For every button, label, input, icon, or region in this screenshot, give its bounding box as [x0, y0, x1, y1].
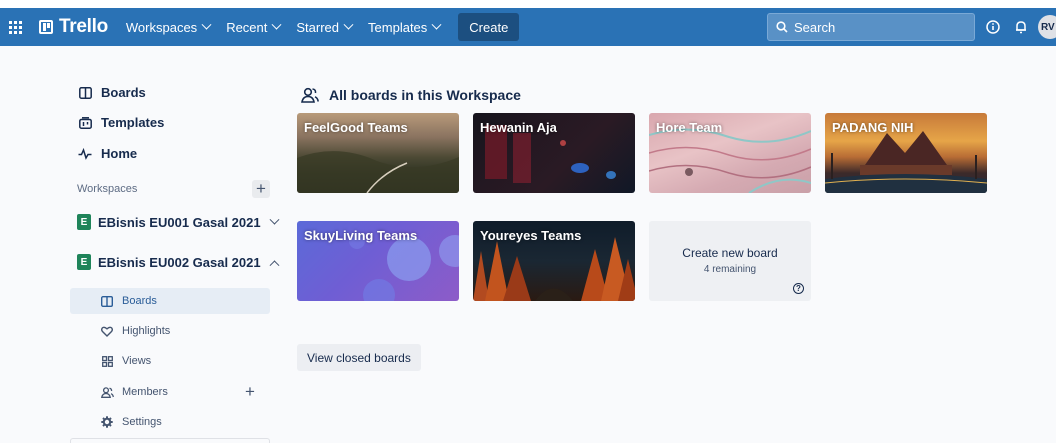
- sidebar-item-home[interactable]: Home: [77, 146, 137, 161]
- board-tile[interactable]: Youreyes Teams: [473, 221, 635, 301]
- add-workspace-button[interactable]: +: [252, 179, 270, 198]
- plus-icon: +: [256, 179, 266, 198]
- board-tile[interactable]: Hore Team: [649, 113, 811, 193]
- board-icon: [77, 86, 93, 99]
- plus-icon: +: [245, 382, 255, 401]
- sidebar-item-templates[interactable]: Templates: [77, 115, 164, 130]
- workspace-name: EBisnis EU002 Gasal 2021: [98, 254, 261, 270]
- chevron-down-icon: [343, 19, 354, 30]
- content-area: Boards Templates Home Workspaces + E EBi…: [0, 46, 1056, 443]
- sidebar-item-label: Home: [101, 146, 138, 161]
- pulse-icon: [77, 147, 93, 160]
- add-member-button[interactable]: +: [241, 382, 259, 401]
- heart-icon: [100, 326, 114, 337]
- grid-icon: [100, 355, 114, 367]
- board-tile[interactable]: PADANG NIH: [825, 113, 987, 193]
- search-icon: [776, 21, 788, 33]
- trello-logo-icon: [39, 20, 53, 34]
- view-closed-boards-button[interactable]: View closed boards: [297, 344, 421, 371]
- workspace-item-settings[interactable]: Settings: [70, 409, 270, 435]
- workspace-item-views[interactable]: Views: [70, 348, 270, 374]
- workspace-item-boards[interactable]: Boards: [70, 288, 270, 314]
- template-icon: [77, 116, 93, 129]
- create-board-label: Create new board: [682, 246, 778, 260]
- board-name: Hore Team: [656, 120, 723, 135]
- workspace-item-label: Settings: [122, 416, 162, 428]
- workspace-item-label: Members: [122, 386, 168, 398]
- top-strip: [0, 0, 1056, 8]
- board-icon: [100, 295, 114, 307]
- bell-icon[interactable]: [1013, 19, 1029, 35]
- help-icon[interactable]: ?: [793, 283, 804, 294]
- search-placeholder: Search: [794, 19, 836, 35]
- boards-remaining-count: 4 remaining: [703, 264, 757, 275]
- search-input[interactable]: Search: [767, 13, 975, 41]
- members-icon: [301, 87, 319, 103]
- create-new-board-tile[interactable]: Create new board 4 remaining ?: [649, 221, 811, 301]
- recent-menu[interactable]: Recent: [218, 8, 288, 46]
- app-switcher-icon[interactable]: [9, 19, 25, 35]
- chevron-down-icon: [431, 19, 442, 30]
- info-icon[interactable]: [985, 19, 1001, 35]
- brand-name: Trello: [59, 16, 108, 37]
- workspace-item-members[interactable]: Members: [70, 379, 270, 405]
- workspace-ebisnis-eu001[interactable]: E EBisnis EU001 Gasal 2021: [77, 214, 280, 230]
- workspace-item-highlights[interactable]: Highlights: [70, 318, 270, 344]
- members-icon: [100, 386, 114, 398]
- workspace-badge: E: [77, 254, 91, 270]
- workspace-badge: E: [77, 214, 91, 230]
- board-tile[interactable]: FeelGood Teams: [297, 113, 459, 193]
- board-name: Youreyes Teams: [480, 228, 582, 243]
- gear-icon: [100, 416, 114, 428]
- trello-logo[interactable]: Trello: [39, 16, 108, 38]
- workspaces-menu-label: Workspaces: [125, 19, 198, 35]
- board-tile[interactable]: Hewanin Aja: [473, 113, 635, 193]
- avatar[interactable]: RV: [1038, 15, 1056, 39]
- page-title: All boards in this Workspace: [301, 87, 521, 103]
- sidebar-item-label: Templates: [101, 115, 165, 130]
- sidebar-item-boards[interactable]: Boards: [77, 85, 146, 100]
- recent-menu-label: Recent: [226, 19, 268, 35]
- board-name: PADANG NIH: [832, 120, 914, 135]
- chevron-down-icon: [201, 19, 212, 30]
- board-name: FeelGood Teams: [304, 120, 408, 135]
- chevron-down-icon: [271, 19, 282, 30]
- workspace-item-label: Boards: [122, 295, 157, 307]
- starred-menu[interactable]: Starred: [288, 8, 360, 46]
- templates-menu[interactable]: Templates: [360, 8, 448, 46]
- workspace-name: EBisnis EU001 Gasal 2021: [98, 214, 261, 230]
- templates-menu-label: Templates: [368, 19, 428, 35]
- board-name: SkuyLiving Teams: [304, 228, 418, 243]
- chevron-down-icon: [269, 214, 280, 225]
- create-button[interactable]: Create: [458, 13, 520, 41]
- board-name: Hewanin Aja: [480, 120, 557, 135]
- workspace-item-label: Highlights: [122, 325, 171, 337]
- workspace-ebisnis-eu002[interactable]: E EBisnis EU002 Gasal 2021: [77, 254, 280, 270]
- board-tile[interactable]: SkuyLiving Teams: [297, 221, 459, 301]
- workspaces-menu[interactable]: Workspaces: [118, 8, 218, 46]
- starred-menu-label: Starred: [296, 19, 340, 35]
- top-navigation-bar: Trello Workspaces Recent Starred Templat…: [0, 8, 1056, 46]
- page-title-text: All boards in this Workspace: [329, 87, 521, 103]
- workspaces-heading: Workspaces: [77, 183, 138, 195]
- sidebar-bottom-card: [70, 438, 270, 443]
- chevron-up-icon: [269, 259, 280, 270]
- sidebar-item-label: Boards: [101, 85, 146, 100]
- workspace-item-label: Views: [122, 355, 152, 367]
